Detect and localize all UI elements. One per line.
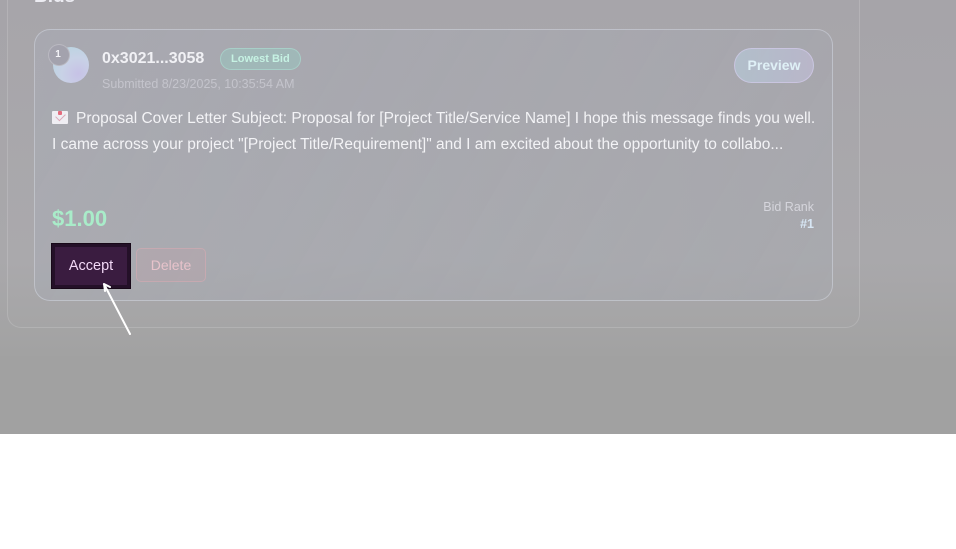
modal-backdrop: Bids 1 0x3021...3058 Lowest Bid Submitte…	[0, 0, 956, 434]
rank-number-badge: 1	[48, 44, 70, 66]
envelope-icon	[52, 111, 68, 124]
preview-button[interactable]: Preview	[734, 48, 814, 83]
lowest-bid-badge: Lowest Bid	[220, 48, 301, 70]
submitted-timestamp: Submitted 8/23/2025, 10:35:54 AM	[102, 77, 295, 91]
bid-rank-label: Bid Rank	[763, 200, 814, 214]
mouse-pointer-icon	[103, 283, 131, 335]
proposal-excerpt: Proposal Cover Letter Subject: Proposal …	[52, 106, 817, 158]
bidder-address: 0x3021...3058	[102, 50, 205, 67]
proposal-text: Proposal Cover Letter Subject: Proposal …	[52, 110, 816, 153]
section-heading: Bids	[34, 0, 75, 8]
delete-button[interactable]: Delete	[136, 248, 206, 282]
backdrop-lower-band	[0, 356, 956, 434]
bid-rank-value: #1	[800, 217, 814, 231]
bid-price: $1.00	[52, 206, 108, 231]
